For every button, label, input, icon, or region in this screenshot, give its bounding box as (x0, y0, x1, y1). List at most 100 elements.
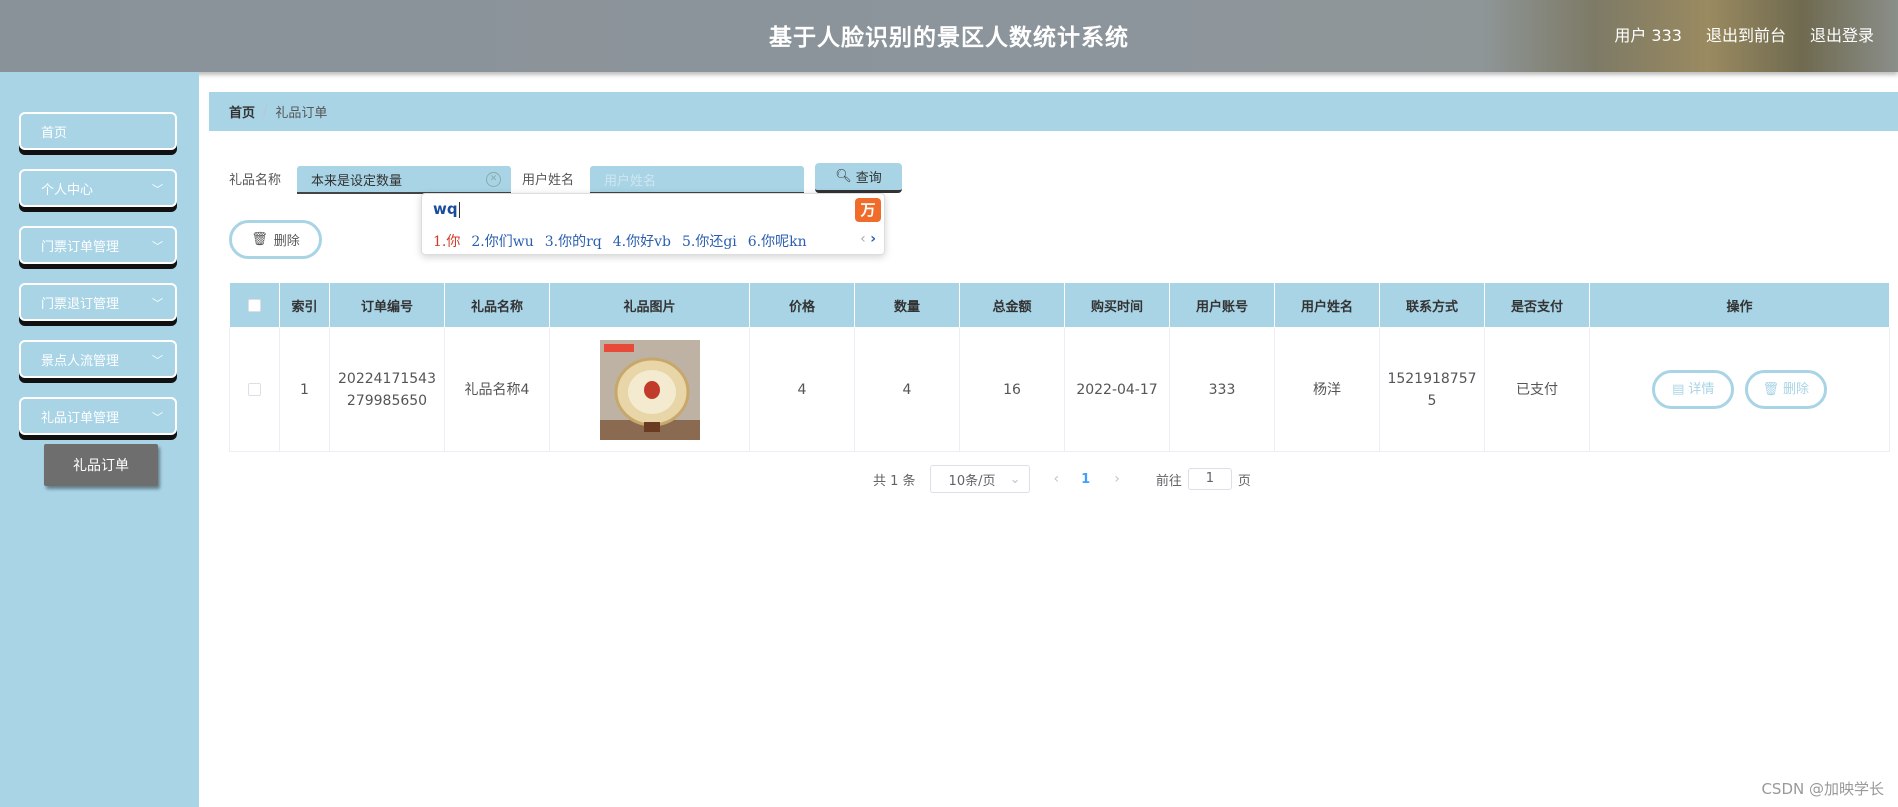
ime-page-nav: ‹ › (860, 231, 876, 247)
breadcrumb-separator: / (263, 104, 268, 119)
column-header: 用户姓名 (1274, 282, 1380, 328)
column-header: 操作 (1589, 282, 1890, 328)
sidebar-item-home[interactable]: 首页 (19, 112, 177, 150)
chevron-down-icon: ﹀ (152, 297, 163, 310)
ime-composition: wq (433, 200, 460, 218)
sidebar-item-label: 门票订单管理 (41, 239, 120, 255)
gift-order-table: 索引 订单编号 礼品名称 礼品图片 价格 数量 总金额 购买时间 用户账号 用户… (229, 282, 1890, 452)
select-all-checkbox[interactable] (248, 298, 261, 312)
ime-prev-icon[interactable]: ‹ (860, 231, 866, 247)
ime-candidate[interactable]: 4.你好vb (613, 231, 671, 251)
goto-prefix: 前往 (1155, 473, 1182, 489)
ime-candidate-list: 1.你 2.你们wu 3.你的rq 4.你好vb 5.你还gi 6.你呢kn (433, 231, 807, 251)
ime-next-icon[interactable]: › (870, 231, 876, 247)
decorative-plate-image (599, 339, 700, 440)
page-size-select[interactable]: 10条/页 ⌄ (929, 465, 1030, 493)
ime-composition-text: wq (433, 200, 458, 218)
cell-user-name: 杨洋 (1274, 327, 1380, 452)
chevron-down-icon: ﹀ (152, 354, 163, 367)
back-to-front-link[interactable]: 退出到前台 (1706, 22, 1786, 46)
chevron-down-icon: ﹀ (152, 183, 163, 196)
sidebar-item-ticket-refunds[interactable]: 门票退订管理 ﹀ (19, 283, 177, 321)
gift-name-input-value: 本来是设定数量 (311, 173, 403, 189)
query-button-label: 查询 (855, 171, 882, 186)
chevron-down-icon: ﹀ (152, 240, 163, 253)
chevron-down-icon: ⌄ (1009, 471, 1021, 487)
header-actions: 用户 333 退出到前台 退出登录 (1614, 22, 1874, 46)
user-name-label: 用户姓名 (522, 173, 575, 188)
pagination: 共 1 条 10条/页 ⌄ ‹ 1 › 前往 1 页 (873, 465, 1251, 493)
ime-candidate[interactable]: 6.你呢kn (748, 231, 807, 251)
breadcrumb-home[interactable]: 首页 (229, 102, 255, 121)
batch-delete-button[interactable]: 🗑︎ 删除 (229, 220, 322, 259)
query-button[interactable]: 🔍︎ 查询 (815, 163, 902, 193)
cell-gift-image (549, 327, 750, 452)
column-header: 索引 (279, 282, 330, 328)
cell-order-no: 20224171543279985650 (329, 327, 445, 452)
sidebar-item-personal-center[interactable]: 个人中心 ﹀ (19, 169, 177, 207)
sidebar-item-ticket-orders[interactable]: 门票订单管理 ﹀ (19, 226, 177, 264)
sidebar-item-label: 门票退订管理 (41, 296, 120, 312)
trash-icon: 🗑︎ (1762, 381, 1779, 397)
gift-name-label: 礼品名称 (229, 173, 282, 188)
breadcrumb-current: 礼品订单 (275, 106, 328, 121)
prev-page-icon[interactable]: ‹ (1054, 471, 1060, 487)
column-header: 订单编号 (329, 282, 445, 328)
row-delete-button[interactable]: 🗑︎ 删除 (1744, 370, 1827, 409)
page-number-current[interactable]: 1 (1081, 472, 1090, 487)
row-delete-label: 删除 (1782, 381, 1809, 397)
cell-index: 1 (279, 327, 330, 452)
table-row: 1 20224171543279985650 礼品名称4 4 4 16 2022… (229, 327, 1890, 452)
sidebar-item-gift-orders[interactable]: 礼品订单管理 ﹀ (19, 397, 177, 435)
cell-paid-status: 已支付 (1484, 327, 1590, 452)
select-all-cell[interactable] (229, 282, 280, 328)
detail-button[interactable]: ▤ 详情 (1652, 370, 1735, 409)
detail-button-label: 详情 (1688, 381, 1715, 397)
ime-candidate[interactable]: 2.你们wu (471, 231, 533, 251)
gift-image (599, 339, 700, 440)
column-header: 联系方式 (1379, 282, 1485, 328)
next-page-icon[interactable]: › (1114, 471, 1120, 487)
user-name-placeholder: 用户姓名 (604, 173, 657, 189)
row-select-cell[interactable] (229, 327, 280, 452)
ime-candidate[interactable]: 5.你还gi (682, 231, 737, 251)
ime-logo-icon[interactable]: 万 (855, 198, 881, 222)
column-header: 是否支付 (1484, 282, 1590, 328)
search-icon: 🔍︎ (835, 169, 852, 184)
document-icon: ▤ (1672, 381, 1685, 397)
sidebar-item-visitor-flow[interactable]: 景点人流管理 ﹀ (19, 340, 177, 378)
column-header: 礼品名称 (444, 282, 550, 328)
sidebar-subitem-gift-order[interactable]: 礼品订单 (44, 444, 158, 486)
ime-candidate[interactable]: 1.你 (433, 231, 460, 251)
total-count: 共 1 条 (873, 473, 916, 489)
goto-page-input[interactable]: 1 (1187, 468, 1232, 490)
current-user-label: 用户 333 (1614, 26, 1682, 45)
column-header: 数量 (854, 282, 960, 328)
row-checkbox[interactable] (248, 383, 261, 396)
cell-total: 16 (959, 327, 1065, 452)
page-size-value: 10条/页 (948, 473, 996, 489)
watermark: CSDN @加映学长 (1761, 780, 1884, 798)
cell-purchase-time: 2022-04-17 (1064, 327, 1170, 452)
top-header: 基于人脸识别的景区人数统计系统 用户 333 退出到前台 退出登录 (0, 0, 1898, 72)
logout-link[interactable]: 退出登录 (1810, 22, 1874, 46)
ime-candidate[interactable]: 3.你的rq (545, 231, 602, 251)
goto-suffix: 页 (1237, 473, 1251, 489)
text-caret (458, 201, 460, 218)
cell-price: 4 (749, 327, 855, 452)
system-title: 基于人脸识别的景区人数统计系统 (769, 25, 1129, 51)
clear-icon[interactable]: ✕ (486, 172, 501, 187)
cell-gift-name: 礼品名称4 (444, 327, 550, 452)
column-header: 总金额 (959, 282, 1065, 328)
cell-phone: 15219187575 (1379, 327, 1485, 452)
gift-name-input[interactable]: 本来是设定数量 ✕ (297, 166, 511, 194)
cell-quantity: 4 (854, 327, 960, 452)
sidebar-item-label: 个人中心 (41, 182, 94, 198)
chevron-down-icon: ﹀ (152, 411, 163, 424)
column-header: 购买时间 (1064, 282, 1170, 328)
user-name-input[interactable]: 用户姓名 (590, 166, 804, 194)
breadcrumb: 首页 / 礼品订单 (209, 92, 1898, 131)
sidebar-item-label: 景点人流管理 (41, 353, 120, 369)
column-header: 用户账号 (1169, 282, 1275, 328)
trash-icon: 🗑︎ (251, 232, 268, 247)
